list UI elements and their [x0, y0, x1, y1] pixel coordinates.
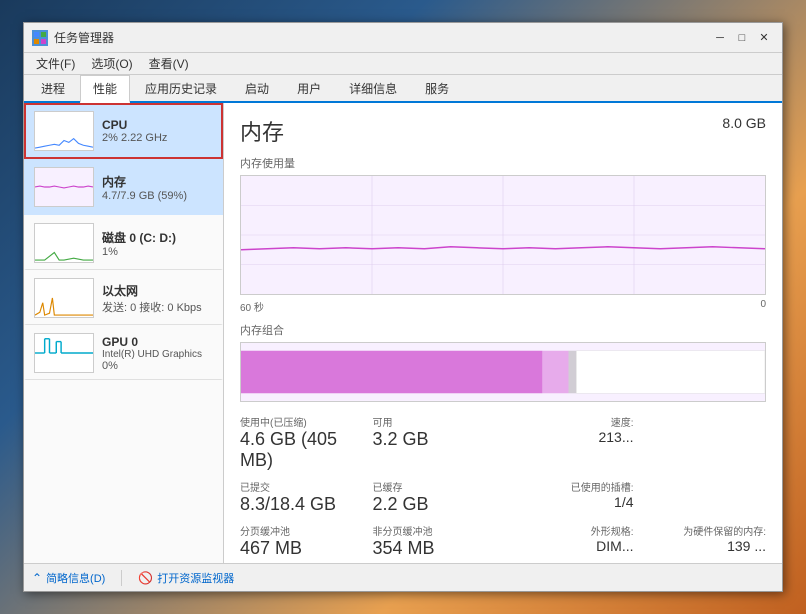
stat-empty2 — [638, 479, 767, 515]
monitor-link[interactable]: 🚫 打开资源监视器 — [138, 570, 234, 586]
task-manager-window: 任务管理器 ─ □ ✕ 文件(F) 选项(O) 查看(V) 进程 性能 应用历史… — [23, 22, 783, 592]
usage-label: 内存使用量 — [240, 155, 766, 171]
ethernet-mini-graph — [34, 278, 94, 318]
stat-slots-label: 已使用的插槽: 1/4 — [505, 479, 634, 515]
ethernet-name: 以太网 — [102, 282, 213, 299]
menu-view[interactable]: 查看(V) — [141, 53, 197, 74]
memory-name: 内存 — [102, 173, 213, 190]
menu-file[interactable]: 文件(F) — [28, 53, 83, 74]
panel-header: 内存 8.0 GB — [240, 115, 766, 147]
chevron-up-icon: ⌃ — [32, 571, 42, 585]
tab-apphistory[interactable]: 应用历史记录 — [132, 75, 230, 101]
tab-details[interactable]: 详细信息 — [336, 75, 410, 101]
chart-time-right: 0 — [760, 299, 766, 314]
stat-in-use: 使用中(已压缩) 4.6 GB (405 MB) — [240, 414, 369, 471]
chart-footer: 60 秒 0 — [240, 299, 766, 314]
combo-label: 内存组合 — [240, 322, 766, 338]
summary-label[interactable]: 简略信息(D) — [46, 570, 105, 586]
content-area: CPU 2% 2.22 GHz 内存 4.7/7.9 GB (59%) — [24, 103, 782, 563]
tab-startup[interactable]: 启动 — [232, 75, 282, 101]
tab-process[interactable]: 进程 — [28, 75, 78, 101]
disk-mini-graph — [34, 223, 94, 263]
footer-bar: ⌃ 简略信息(D) 🚫 打开资源监视器 — [24, 563, 782, 591]
resource-item-disk[interactable]: 磁盘 0 (C: D:) 1% — [24, 215, 223, 270]
tab-services[interactable]: 服务 — [412, 75, 462, 101]
cpu-name: CPU — [102, 118, 213, 132]
memory-info: 内存 4.7/7.9 GB (59%) — [102, 173, 213, 202]
no-sign-icon: 🚫 — [138, 571, 153, 585]
stat-empty1 — [638, 414, 767, 471]
ethernet-value: 发送: 0 接收: 0 Kbps — [102, 299, 213, 315]
cpu-value: 2% 2.22 GHz — [102, 132, 213, 144]
stat-form-factor-label: 外形规格: DIM... — [505, 523, 634, 559]
resource-item-cpu[interactable]: CPU 2% 2.22 GHz — [24, 103, 223, 159]
minimize-button[interactable]: ─ — [710, 28, 730, 48]
disk-name: 磁盘 0 (C: D:) — [102, 229, 213, 246]
window-controls: ─ □ ✕ — [710, 28, 774, 48]
panel-total: 8.0 GB — [722, 115, 766, 131]
memory-value: 4.7/7.9 GB (59%) — [102, 190, 213, 202]
menu-bar: 文件(F) 选项(O) 查看(V) — [24, 53, 782, 75]
disk-value: 1% — [102, 246, 213, 258]
ethernet-info: 以太网 发送: 0 接收: 0 Kbps — [102, 282, 213, 315]
tab-users[interactable]: 用户 — [284, 75, 334, 101]
stats-grid: 使用中(已压缩) 4.6 GB (405 MB) 可用 3.2 GB 速度: 2… — [240, 414, 766, 559]
stat-available: 可用 3.2 GB — [373, 414, 502, 471]
stat-committed: 已提交 8.3/18.4 GB — [240, 479, 369, 515]
maximize-button[interactable]: □ — [732, 28, 752, 48]
gpu-mini-graph — [34, 333, 94, 373]
app-icon — [32, 30, 48, 46]
disk-info: 磁盘 0 (C: D:) 1% — [102, 229, 213, 258]
gpu-value: 0% — [102, 360, 213, 372]
panel-title: 内存 — [240, 115, 284, 147]
window-title: 任务管理器 — [54, 29, 710, 46]
right-panel: 内存 8.0 GB 内存使用量 7.9 GB — [224, 103, 782, 563]
gpu-desc: Intel(R) UHD Graphics — [102, 349, 213, 360]
close-button[interactable]: ✕ — [754, 28, 774, 48]
summary-link[interactable]: ⌃ 简略信息(D) — [32, 570, 105, 586]
tab-bar: 进程 性能 应用历史记录 启动 用户 详细信息 服务 — [24, 75, 782, 103]
resource-item-ethernet[interactable]: 以太网 发送: 0 接收: 0 Kbps — [24, 270, 223, 325]
memory-mini-graph — [34, 167, 94, 207]
combo-chart — [240, 342, 766, 402]
monitor-label[interactable]: 打开资源监视器 — [157, 570, 234, 586]
left-panel: CPU 2% 2.22 GHz 内存 4.7/7.9 GB (59%) — [24, 103, 224, 563]
gpu-name: GPU 0 — [102, 335, 213, 349]
gpu-info: GPU 0 Intel(R) UHD Graphics 0% — [102, 335, 213, 372]
usage-chart — [240, 175, 766, 295]
stat-nonpaged-pool: 非分页缓冲池 354 MB — [373, 523, 502, 559]
tab-performance[interactable]: 性能 — [80, 75, 130, 103]
footer-separator — [121, 570, 122, 586]
stat-reserved-label: 为硬件保留的内存: 139 ... — [638, 523, 767, 559]
title-bar: 任务管理器 ─ □ ✕ — [24, 23, 782, 53]
resource-item-gpu[interactable]: GPU 0 Intel(R) UHD Graphics 0% — [24, 325, 223, 380]
chart-time-left: 60 秒 — [240, 299, 264, 314]
stat-cached: 已缓存 2.2 GB — [373, 479, 502, 515]
stat-speed-label: 速度: 213... — [505, 414, 634, 471]
menu-options[interactable]: 选项(O) — [83, 53, 140, 74]
cpu-mini-graph — [34, 111, 94, 151]
resource-item-memory[interactable]: 内存 4.7/7.9 GB (59%) — [24, 159, 223, 215]
cpu-info: CPU 2% 2.22 GHz — [102, 118, 213, 144]
stat-paged-pool: 分页缓冲池 467 MB — [240, 523, 369, 559]
